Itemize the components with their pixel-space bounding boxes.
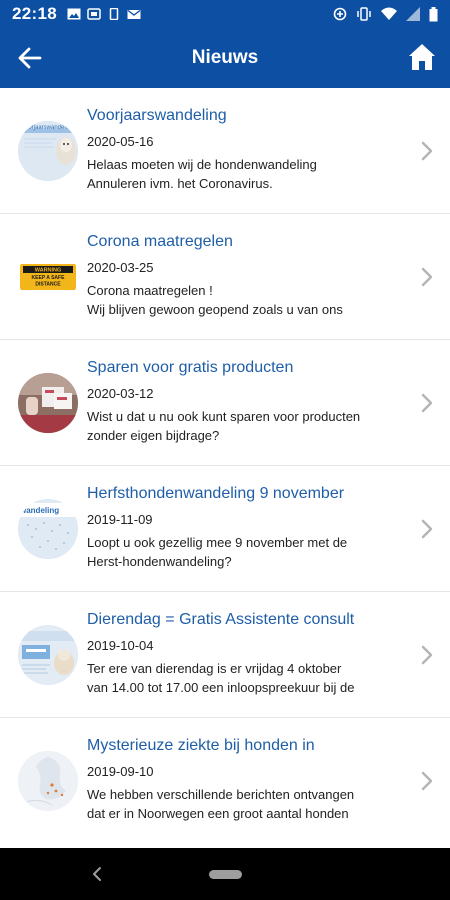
system-nav-bar — [0, 848, 450, 900]
chevron-right-icon — [421, 267, 433, 287]
cast-icon — [87, 8, 101, 20]
news-content: Herfsthondenwandeling 9 november 2019-11… — [87, 484, 407, 571]
news-thumbnail: WARNING KEEP A SAFE DISTANCE — [18, 247, 78, 307]
thumb-text: KEEP A SAFE — [32, 275, 66, 281]
news-date: 2019-10-04 — [87, 638, 154, 653]
thumb-text: wandeling — [19, 506, 59, 515]
vibrate-icon — [357, 7, 371, 21]
app-bar: Nieuws — [0, 28, 450, 88]
news-item[interactable]: WARNING KEEP A SAFE DISTANCE Corona maat… — [0, 214, 450, 340]
news-excerpt-line: Wij blijven gewoon geopend zoals u van o… — [87, 302, 343, 317]
news-excerpt: Ter ere van dierendag is er vrijdag 4 ok… — [87, 659, 407, 697]
data-saver-icon — [333, 7, 347, 21]
news-excerpt-line: Corona maatregelen ! — [87, 283, 213, 298]
news-excerpt-line: Ter ere van dierendag is er vrijdag 4 ok… — [87, 661, 342, 676]
mail-icon — [127, 9, 141, 19]
chevron-right-icon — [421, 393, 433, 413]
battery-icon — [429, 6, 438, 21]
news-title: Voorjaarswandeling — [87, 107, 227, 124]
news-title: Mysterieuze ziekte bij honden in — [87, 737, 315, 754]
news-excerpt: Helaas moeten wij de hondenwandeling Ann… — [87, 155, 407, 193]
news-thumbnail: wandeling — [18, 499, 78, 559]
news-item[interactable]: Mysterieuze ziekte bij honden in 2019-09… — [0, 718, 450, 844]
nav-back-icon[interactable] — [90, 865, 104, 883]
system-icons — [333, 6, 438, 22]
news-excerpt: Loopt u ook gezellig mee 9 november met … — [87, 533, 407, 571]
news-excerpt-line: van 14.00 tot 17.00 een inloopspreekuur … — [87, 680, 355, 695]
news-excerpt-line: Wist u dat u nu ook kunt sparen voor pro… — [87, 409, 361, 424]
news-excerpt-line: Annuleren ivm. het Coronavirus. — [87, 176, 273, 191]
page-title: Nieuws — [191, 47, 259, 68]
news-content: Voorjaarswandeling 2020-05-16 Helaas moe… — [87, 106, 407, 193]
news-item[interactable]: wandeling Herfsthondenwandeling 9 novemb… — [0, 466, 450, 592]
news-date: 2020-03-12 — [87, 386, 154, 401]
news-item[interactable]: Dierendag = Gratis Assistente consult 20… — [0, 592, 450, 718]
status-time: 22:18 — [12, 4, 57, 23]
news-date: 2019-11-09 — [87, 512, 153, 527]
news-date: 2019-09-10 — [87, 764, 154, 779]
signal-icon — [406, 7, 420, 21]
phone-icon — [109, 8, 119, 20]
news-thumbnail: voorjaarswandeling — [18, 121, 78, 181]
news-content: Sparen voor gratis producten 2020-03-12 … — [87, 358, 407, 445]
news-excerpt-line: Loopt u ook gezellig mee 9 november met … — [87, 535, 348, 550]
chevron-right-icon — [421, 141, 433, 161]
news-excerpt: Corona maatregelen ! Wij blijven gewoon … — [87, 281, 407, 319]
news-excerpt: We hebben verschillende berichten ontvan… — [87, 785, 407, 823]
news-thumbnail — [18, 751, 78, 811]
image-icon — [67, 8, 81, 20]
news-content: Mysterieuze ziekte bij honden in 2019-09… — [87, 736, 407, 823]
news-excerpt-line: We hebben verschillende berichten ontvan… — [87, 787, 355, 802]
arrow-left-icon[interactable] — [16, 45, 44, 71]
news-item[interactable]: voorjaarswandeling Voorjaarswandeling 20… — [0, 88, 450, 214]
thumb-text: voorjaarswandeling — [22, 125, 74, 131]
thumb-text: DISTANCE — [35, 282, 61, 288]
news-excerpt-line: Herst-hondenwandeling? — [87, 554, 232, 569]
news-list: voorjaarswandeling Voorjaarswandeling 20… — [0, 88, 450, 844]
news-title: Herfsthondenwandeling 9 november — [87, 485, 345, 502]
news-excerpt: Wist u dat u nu ook kunt sparen voor pro… — [87, 407, 407, 445]
wifi-icon — [381, 7, 397, 20]
news-date: 2020-05-16 — [87, 134, 154, 149]
chevron-right-icon — [421, 645, 433, 665]
status-bar: 22:18 — [0, 0, 450, 28]
news-excerpt-line: dat er in Noorwegen een groot aantal hon… — [87, 806, 349, 821]
news-title: Dierendag = Gratis Assistente consult — [87, 611, 355, 628]
news-content: Dierendag = Gratis Assistente consult 20… — [87, 610, 407, 697]
thumb-text: WARNING — [35, 268, 62, 274]
news-content: Corona maatregelen 2020-03-25 Corona maa… — [87, 232, 407, 319]
notification-icons — [67, 8, 141, 20]
home-icon[interactable] — [408, 42, 436, 72]
chevron-right-icon — [421, 519, 433, 539]
news-excerpt-line: Helaas moeten wij de hondenwandeling — [87, 157, 317, 172]
news-date: 2020-03-25 — [87, 260, 154, 275]
nav-home-pill[interactable] — [209, 870, 242, 879]
news-thumbnail — [18, 625, 78, 685]
news-item[interactable]: Sparen voor gratis producten 2020-03-12 … — [0, 340, 450, 466]
news-excerpt-line: zonder eigen bijdrage? — [87, 428, 220, 443]
news-thumbnail — [18, 373, 78, 433]
chevron-right-icon — [421, 771, 433, 791]
news-title: Corona maatregelen — [87, 233, 233, 250]
news-title: Sparen voor gratis producten — [87, 359, 294, 376]
